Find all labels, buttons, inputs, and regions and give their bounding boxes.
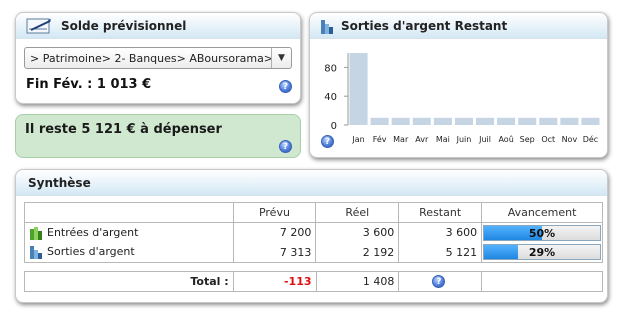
- bar-Mar: [391, 117, 410, 125]
- cell-restant: 5 121: [398, 242, 483, 263]
- x-tick-label: Oct: [541, 135, 555, 144]
- sorties-panel-title: Sorties d'argent Restant: [341, 19, 508, 33]
- x-tick-label: Juil: [478, 135, 491, 144]
- header-reel: Réel: [315, 202, 400, 223]
- progress-bar: 50%: [483, 224, 601, 241]
- solde-panel-header: Solde prévisionnel: [16, 13, 300, 39]
- fin-month-balance: Fin Fév. : 1 013 €: [26, 77, 152, 92]
- x-tick-label: Mar: [393, 135, 409, 144]
- total-row: Total : -113 1 408 ?: [24, 271, 603, 292]
- synthese-table: Prévu Réel Restant Avancement Entrées d'…: [24, 202, 603, 263]
- x-tick-label: Nov: [562, 135, 578, 144]
- help-icon[interactable]: ?: [432, 275, 446, 288]
- table-row[interactable]: Sorties d'argent 7 313 2 192 5 121 29%: [24, 242, 603, 263]
- money-stack-icon: [321, 20, 333, 34]
- cell-reel: 3 600: [315, 222, 400, 243]
- progress-label: 50%: [528, 226, 556, 240]
- x-tick-label: Avr: [415, 135, 429, 144]
- help-icon[interactable]: ?: [279, 140, 292, 153]
- x-tick-label: Aoû: [498, 135, 513, 144]
- remaining-budget-box: Il reste 5 121 € à dépenser ?: [15, 114, 301, 158]
- cell-avancement: 50%: [481, 222, 603, 243]
- bar-Mai: [433, 117, 452, 125]
- total-prevu: -113: [232, 271, 317, 292]
- help-icon[interactable]: ?: [279, 80, 292, 93]
- row-label-cell: Sorties d'argent: [24, 242, 234, 263]
- progress-label: 29%: [528, 246, 556, 260]
- bar-Sep: [518, 117, 537, 125]
- remaining-budget-text: Il reste 5 121 € à dépenser: [25, 122, 222, 137]
- header-restant: Restant: [398, 202, 483, 223]
- bar-Oct: [539, 117, 558, 125]
- bar-Déc: [581, 117, 600, 125]
- x-tick-label: Mai: [436, 135, 450, 144]
- bar-Nov: [560, 117, 579, 125]
- x-tick-label: Juin: [456, 135, 472, 144]
- y-tick-label: 80: [324, 63, 337, 74]
- total-help-cell: ?: [398, 271, 483, 292]
- cell-restant: 3 600: [398, 222, 483, 243]
- total-label: Total :: [24, 271, 234, 292]
- chevron-down-icon[interactable]: ▼: [271, 48, 291, 68]
- total-reel: 1 408: [315, 271, 400, 292]
- sorties-panel-header: Sorties d'argent Restant: [310, 13, 607, 39]
- cell-avancement: 29%: [481, 242, 603, 263]
- solde-previsionnel-panel: Solde prévisionnel > Patrimoine> 2- Banq…: [15, 12, 301, 104]
- bar-Juin: [454, 117, 473, 125]
- help-icon[interactable]: ?: [321, 135, 334, 148]
- synthese-panel-header: Synthèse: [16, 170, 607, 196]
- table-row[interactable]: Entrées d'argent 7 200 3 600 3 600 50%: [24, 222, 603, 243]
- header-empty: [24, 202, 234, 223]
- account-path-select-value: > Patrimoine> 2- Banques> ABoursorama>: [30, 52, 274, 65]
- money-green-icon: [30, 226, 42, 240]
- money-blue-icon: [30, 246, 42, 260]
- row-label: Entrées d'argent: [47, 225, 139, 239]
- solde-panel-title: Solde prévisionnel: [61, 19, 187, 33]
- sorties-restant-panel: Sorties d'argent Restant 0 40 80 Jan Fév Mar A…: [309, 12, 608, 158]
- bar-Avr: [412, 117, 431, 125]
- row-label-cell: Entrées d'argent: [24, 222, 234, 243]
- pen-graph-icon: [26, 18, 51, 34]
- bar-Fév: [370, 117, 389, 125]
- cell-prevu: 7 313: [232, 242, 317, 263]
- bar-Jan: [349, 53, 368, 125]
- synthese-panel: Synthèse Prévu Réel Restant Avancement E…: [15, 169, 608, 303]
- y-tick-label: 0: [331, 121, 337, 132]
- x-tick-label: Fév: [373, 134, 387, 144]
- total-empty-cell: [481, 271, 603, 292]
- header-prevu: Prévu: [232, 202, 317, 223]
- table-header-row: Prévu Réel Restant Avancement: [24, 202, 603, 223]
- synthese-panel-title: Synthèse: [28, 176, 91, 190]
- progress-bar: 29%: [483, 244, 601, 261]
- cell-reel: 2 192: [315, 242, 400, 263]
- header-avancement: Avancement: [481, 202, 603, 223]
- bar-Juil: [476, 117, 495, 125]
- monthly-spending-chart: 0 40 80 Jan Fév Mar Avr Mai Juin Juil Aoû Sep Oct Nov…: [324, 53, 600, 144]
- y-tick-label: 40: [324, 92, 337, 103]
- bar-Aoû: [497, 117, 516, 125]
- total-table: Total : -113 1 408 ?: [24, 271, 603, 292]
- x-tick-label: Sep: [520, 135, 535, 144]
- x-tick-label: Jan: [351, 135, 364, 144]
- account-path-select[interactable]: > Patrimoine> 2- Banques> ABoursorama> ▼: [24, 47, 292, 69]
- cell-prevu: 7 200: [232, 222, 317, 243]
- x-tick-label: Déc: [583, 134, 598, 144]
- row-label: Sorties d'argent: [47, 245, 135, 259]
